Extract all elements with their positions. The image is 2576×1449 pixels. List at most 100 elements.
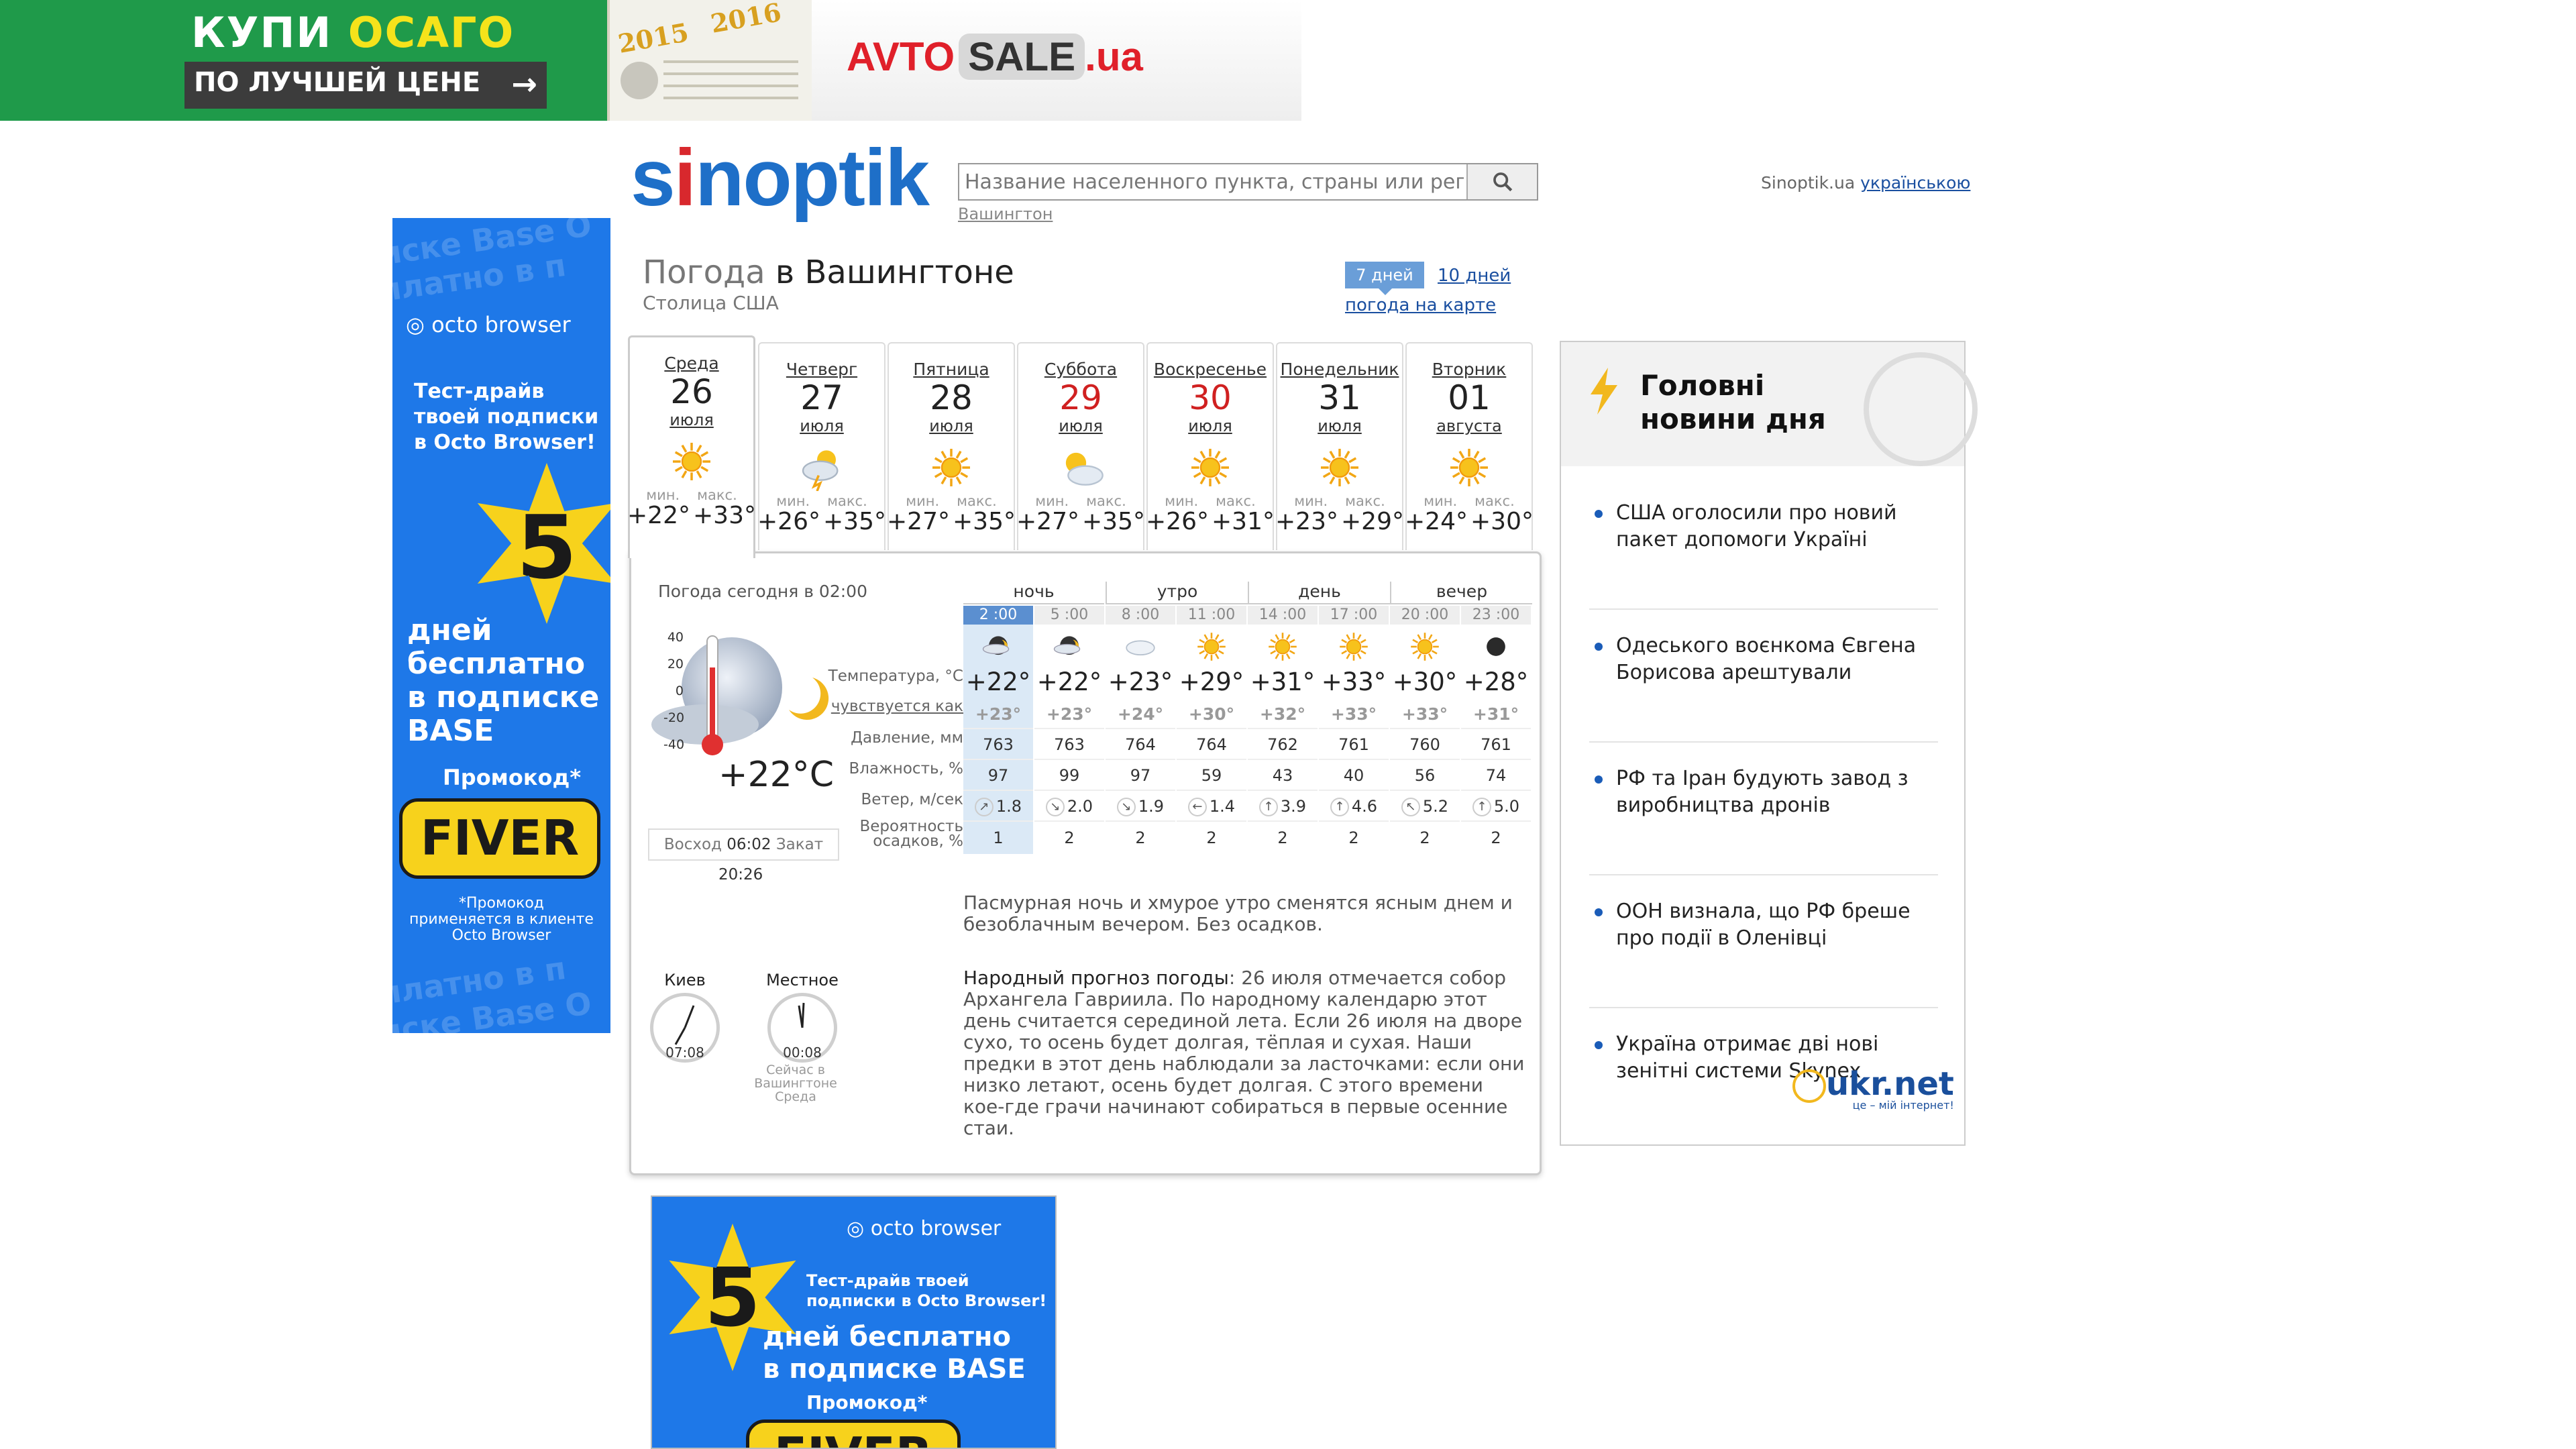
promo-code-button[interactable]: FIVER [746,1419,961,1448]
sunrise-sunset: Восход 06:02 Закат [648,828,839,861]
ad-footnote: *Промокод применяется в клиенте Octo Brows… [409,895,594,944]
period-2: день [1248,582,1390,604]
day-month: июля [1059,417,1103,435]
tab-7-days[interactable]: 7 дней [1345,262,1424,295]
news-item[interactable]: Одеського воєнкома Євгена Борисова арешт… [1589,633,1938,743]
hour-precip: 2 [1277,828,1288,847]
ukrnet-logo[interactable]: ukr.net це – мій інтернет! [1792,1065,1954,1112]
today-forecast-panel: Погода сегодня в 02:00 40 20 0 -20 -40 +22°C… [629,551,1542,1175]
hour-wind: ↗ 1.8 [963,791,1033,822]
wind-direction-icon: ↖ [1401,798,1420,816]
day-name[interactable]: Воскресенье [1148,360,1273,379]
day-date: 29 [1059,378,1102,417]
hour-column[interactable]: 14 :00 +31° +32° 762 43 ↑ 3.9 2 [1248,606,1318,854]
hour-humidity: 97 [963,760,1033,791]
day-name[interactable]: Суббота [1018,360,1143,379]
day-tab-2[interactable]: Пятница 28 июля мин. макс. +27° +35° [887,342,1016,550]
day-tab-6[interactable]: Вторник 01 августа мин. макс. +24° +30° [1405,342,1534,550]
promo-code-button[interactable]: FIVER [399,798,600,879]
day-tab-1[interactable]: Четверг 27 июля мин. макс. +26° +35° [757,342,886,550]
weather-map-link[interactable]: погода на карте [1345,295,1496,315]
hour-pressure: 764 [1177,729,1246,760]
hour-column[interactable]: 23 :00 +28° +31° 761 74 ↑ 5.0 2 [1461,606,1531,854]
hour-feels: +33° [1390,700,1460,729]
day-date: 28 [930,378,973,417]
label-precipitation: Вероятность осадков, % [859,818,963,850]
sun-icon [889,441,1014,494]
breadcrumb-city[interactable]: Вашингтон [958,205,1053,223]
day-name[interactable]: Вторник [1407,360,1532,379]
sun-icon [1177,627,1246,666]
hour-pressure: 760 [1390,729,1460,760]
page-title: Погода в Вашингтоне [643,254,1014,291]
hour-humidity: 74 [1461,760,1531,791]
hour-time: 8 :00 [1106,606,1175,625]
period-0: ночь [963,582,1104,604]
octo-brand: ◎ octo browser [406,312,571,337]
day-name[interactable]: Среда [630,354,753,373]
hour-time: 23 :00 [1461,606,1531,625]
ukrainian-language-link[interactable]: українською [1860,173,1970,193]
sun-icon [1277,441,1402,494]
hour-feels: +23° [1034,700,1104,729]
kiev-time: 07:08 [665,1044,704,1061]
news-item[interactable]: США оголосили про новий пакет допомоги У… [1589,500,1938,610]
policy-stamp-icon [621,62,658,99]
search-button[interactable] [1466,164,1537,199]
ad-offer: дней бесплатно в подписке BASE [763,1322,1026,1385]
day-name[interactable]: Пятница [889,360,1014,379]
octo-logo-icon: ◎ [406,312,425,337]
sun-icon [1248,627,1318,666]
day-month: июля [929,417,973,435]
hour-wind: ↘ 1.9 [1106,791,1175,822]
hour-column[interactable]: 5 :00 +22° +23° 763 99 ↘ 2.0 2 [1034,606,1104,854]
search-input[interactable] [959,164,1469,199]
moon-cloud-icon [1034,627,1104,666]
wind-direction-icon: ↘ [1116,798,1136,816]
day-month: июля [669,411,714,429]
max-label: макс. [1345,493,1385,509]
label-feels-like[interactable]: чувствуется как [831,698,963,715]
hour-column[interactable]: 8 :00 +23° +24° 764 97 ↘ 1.9 2 [1106,606,1175,854]
day-month: июля [800,417,844,435]
storm-sun-icon [759,441,884,494]
hour-column[interactable]: 17 :00 +33° +33° 761 40 ↑ 4.6 2 [1319,606,1389,854]
day-name[interactable]: Понедельник [1277,360,1402,379]
now-in-city: Сейчас в Вашингтоне Среда [754,1063,837,1104]
sun-icon [630,435,753,488]
moon-cloud-icon [963,627,1033,666]
avtosale-logo[interactable]: AVTO SALE .ua [812,0,1301,121]
osago-ad-panel[interactable]: КУПИ ОСАГО ПО ЛУЧШЕЙ ЦЕНЕ → [0,0,607,121]
day-tab-0[interactable]: Среда 26 июля мин. макс. +22° +33° [627,335,756,558]
octo-browser-side-ad[interactable]: иске Base О платно в п платно в п иске B… [392,218,610,1033]
ukrnet-watermark-icon [1864,352,1978,466]
hour-column[interactable]: 2 :00 +22° +23° 763 97 ↗ 1.8 1 [963,606,1033,854]
octo-browser-bottom-ad[interactable]: ◎ octo browser 5 Тест-драйв твоей подписк… [651,1195,1057,1449]
moon-icon [1461,627,1531,666]
min-temp: +22° [627,502,690,529]
news-item[interactable]: ООН визнала, що РФ бреше про події в Оле… [1589,898,1938,1008]
day-tab-3[interactable]: Суббота 29 июля мин. макс. +27° +35° [1016,342,1145,550]
min-temp: +27° [887,508,950,535]
ad-tagline: Тест-драйв твоей подписки в Octo Browser! [806,1271,1047,1310]
hour-wind: ← 1.4 [1177,791,1246,822]
news-item[interactable]: РФ та Іран будують завод з виробництва д… [1589,765,1938,875]
day-name[interactable]: Четверг [759,360,884,379]
search-box [958,163,1538,201]
octo-brand: ◎ octo browser [847,1217,1002,1240]
osago-best-price-button[interactable]: ПО ЛУЧШЕЙ ЦЕНЕ → [184,62,547,109]
sun-icon [1148,441,1273,494]
wind-direction-icon: ← [1187,798,1207,816]
day-tab-5[interactable]: Понедельник 31 июля мин. макс. +23° +29° [1275,342,1404,550]
top-banner-ad[interactable]: КУПИ ОСАГО ПО ЛУЧШЕЙ ЦЕНЕ → 2015 2016 AVT… [0,0,1301,121]
max-temp: +35° [823,508,886,535]
osago-headline: КУПИ ОСАГО [191,8,515,57]
hour-column[interactable]: 20 :00 +30° +33° 760 56 ↖ 5.2 2 [1390,606,1460,854]
hour-precip: 1 [993,828,1004,847]
sinoptik-logo[interactable]: sinoptik [631,138,932,221]
star-badge-icon: 5 [477,463,610,624]
hour-column[interactable]: 11 :00 +29° +30° 764 59 ← 1.4 2 [1177,606,1246,854]
tab-10-days[interactable]: 10 дней [1438,266,1511,286]
day-tab-4[interactable]: Воскресенье 30 июля мин. макс. +26° +31° [1146,342,1275,550]
hour-precip: 2 [1419,828,1430,847]
